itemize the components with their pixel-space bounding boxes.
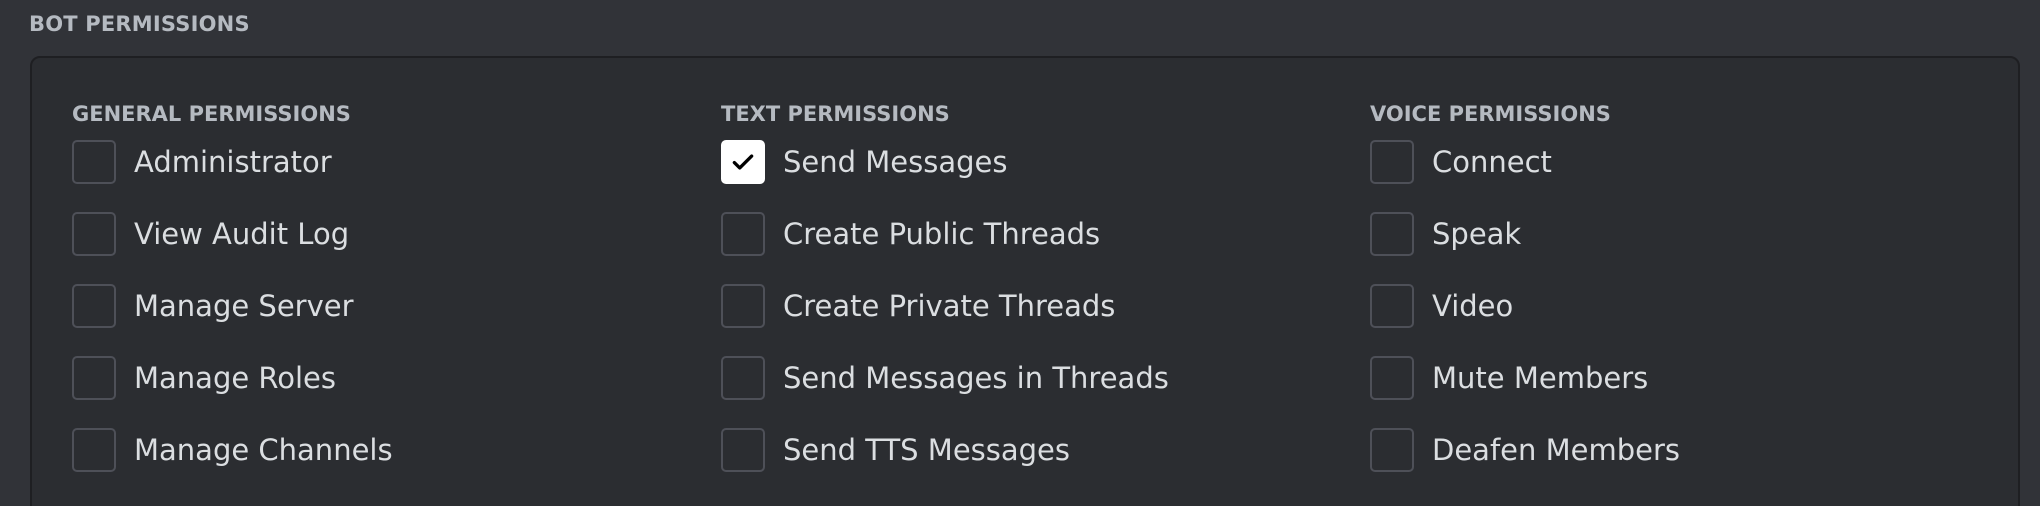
perm-mute-members[interactable]: Mute Members bbox=[1370, 354, 1990, 402]
perm-deafen-members[interactable]: Deafen Members bbox=[1370, 426, 1990, 474]
checkbox[interactable] bbox=[721, 428, 765, 472]
perm-speak[interactable]: Speak bbox=[1370, 210, 1990, 258]
perm-manage-channels[interactable]: Manage Channels bbox=[72, 426, 692, 474]
checkbox[interactable] bbox=[72, 356, 116, 400]
column-title-general: GENERAL PERMISSIONS bbox=[72, 102, 351, 126]
perm-label: Mute Members bbox=[1432, 361, 1649, 395]
checkbox[interactable] bbox=[72, 212, 116, 256]
section-title: BOT PERMISSIONS bbox=[29, 12, 250, 36]
perm-send-tts-messages[interactable]: Send TTS Messages bbox=[721, 426, 1341, 474]
perm-label: Send Messages in Threads bbox=[783, 361, 1169, 395]
perm-label: Video bbox=[1432, 289, 1514, 323]
checkbox[interactable] bbox=[1370, 356, 1414, 400]
perm-manage-roles[interactable]: Manage Roles bbox=[72, 354, 692, 402]
perm-label: Administrator bbox=[134, 145, 332, 179]
perm-label: Manage Channels bbox=[134, 433, 393, 467]
column-title-text: TEXT PERMISSIONS bbox=[721, 102, 950, 126]
voice-permissions-column: VOICE PERMISSIONS Connect Speak Video Mu… bbox=[1370, 100, 1990, 498]
permissions-panel: GENERAL PERMISSIONS Administrator View A… bbox=[30, 56, 2020, 506]
checkbox[interactable] bbox=[72, 140, 116, 184]
bot-permissions-page: BOT PERMISSIONS GENERAL PERMISSIONS Admi… bbox=[0, 0, 2040, 506]
perm-connect[interactable]: Connect bbox=[1370, 138, 1990, 186]
checkbox[interactable] bbox=[1370, 140, 1414, 184]
perm-label: Send TTS Messages bbox=[783, 433, 1071, 467]
perm-label: Speak bbox=[1432, 217, 1522, 251]
perm-send-messages[interactable]: Send Messages bbox=[721, 138, 1341, 186]
checkbox[interactable] bbox=[721, 284, 765, 328]
general-permissions-column: GENERAL PERMISSIONS Administrator View A… bbox=[72, 100, 692, 498]
perm-label: Create Public Threads bbox=[783, 217, 1101, 251]
perm-label: Create Private Threads bbox=[783, 289, 1116, 323]
checkbox[interactable] bbox=[1370, 284, 1414, 328]
perm-administrator[interactable]: Administrator bbox=[72, 138, 692, 186]
checkbox[interactable] bbox=[72, 428, 116, 472]
perm-label: Manage Roles bbox=[134, 361, 337, 395]
column-title-voice: VOICE PERMISSIONS bbox=[1370, 102, 1611, 126]
perm-label: Manage Server bbox=[134, 289, 354, 323]
perm-video[interactable]: Video bbox=[1370, 282, 1990, 330]
perm-manage-server[interactable]: Manage Server bbox=[72, 282, 692, 330]
text-permissions-column: TEXT PERMISSIONS Send Messages Create Pu… bbox=[721, 100, 1341, 498]
checkbox[interactable] bbox=[721, 356, 765, 400]
perm-label: Send Messages bbox=[783, 145, 1008, 179]
checkbox[interactable] bbox=[1370, 212, 1414, 256]
perm-label: View Audit Log bbox=[134, 217, 350, 251]
perm-send-messages-in-threads[interactable]: Send Messages in Threads bbox=[721, 354, 1341, 402]
checkbox[interactable] bbox=[721, 212, 765, 256]
checkbox[interactable] bbox=[721, 140, 765, 184]
perm-create-private-threads[interactable]: Create Private Threads bbox=[721, 282, 1341, 330]
perm-view-audit-log[interactable]: View Audit Log bbox=[72, 210, 692, 258]
checkbox[interactable] bbox=[72, 284, 116, 328]
perm-label: Connect bbox=[1432, 145, 1552, 179]
perm-create-public-threads[interactable]: Create Public Threads bbox=[721, 210, 1341, 258]
perm-label: Deafen Members bbox=[1432, 433, 1680, 467]
check-icon bbox=[732, 154, 754, 170]
checkbox[interactable] bbox=[1370, 428, 1414, 472]
